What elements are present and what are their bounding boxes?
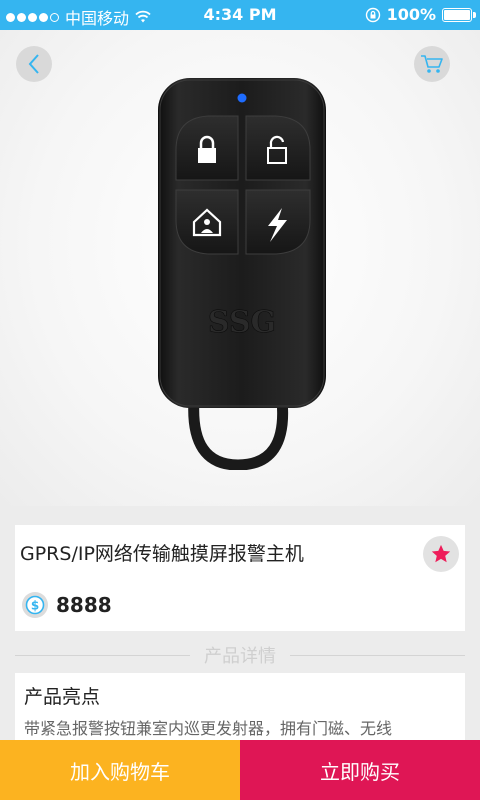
coin-icon: $ [22, 592, 48, 618]
divider-line [290, 654, 465, 656]
details-section-header: 产品详情 [15, 641, 465, 669]
star-icon [431, 544, 451, 563]
status-bar: 中国移动 4:34 PM 100% [0, 0, 480, 30]
cart-button[interactable] [414, 46, 450, 82]
product-image: SSG [158, 78, 326, 470]
rotation-lock-icon [365, 7, 380, 22]
bottom-action-bar: 加入购物车 立即购买 [0, 740, 480, 800]
product-info-card: GPRS/IP网络传输触摸屏报警主机 $ 8888 [15, 525, 465, 631]
highlights-title: 产品亮点 [24, 686, 101, 708]
battery-icon [442, 7, 476, 22]
product-image-area: SSG [0, 30, 480, 506]
shopping-cart-icon [421, 55, 443, 73]
back-button[interactable] [16, 46, 52, 82]
add-to-cart-button[interactable]: 加入购物车 [0, 740, 240, 800]
details-section-label: 产品详情 [204, 646, 276, 667]
battery-percent: 100% [386, 5, 436, 24]
divider-line [15, 654, 190, 656]
svg-text:$: $ [31, 599, 39, 613]
led-indicator [237, 93, 247, 103]
product-title: GPRS/IP网络传输触摸屏报警主机 [20, 543, 304, 565]
brand-logo: SSG [208, 305, 276, 340]
buy-now-button[interactable]: 立即购买 [240, 740, 480, 800]
product-price: 8888 [56, 593, 112, 617]
price-row: $ 8888 [22, 592, 112, 618]
status-right: 100% [365, 5, 476, 24]
chevron-left-icon [28, 54, 39, 74]
highlights-text: 带紧急报警按钮兼室内巡更发射器，拥有门磁、无线 [24, 719, 393, 738]
favorite-button[interactable] [423, 536, 459, 572]
